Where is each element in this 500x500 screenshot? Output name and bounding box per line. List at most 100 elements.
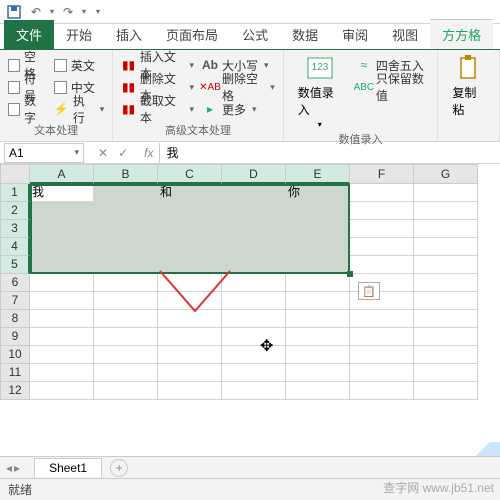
cell-c10[interactable] (158, 346, 222, 364)
cell-b12[interactable] (94, 382, 158, 400)
cell-e6[interactable] (286, 274, 350, 292)
cell-e5[interactable] (286, 256, 350, 274)
paste-options-button[interactable]: 📋 (358, 282, 380, 300)
cell-e4[interactable] (286, 238, 350, 256)
row-header-2[interactable]: 2 (0, 202, 30, 220)
cell-c6[interactable] (158, 274, 222, 292)
cell-c7[interactable] (158, 292, 222, 310)
row-header-9[interactable]: 9 (0, 328, 30, 346)
cell-a2[interactable] (30, 202, 94, 220)
tab-addin[interactable]: 方方格 (430, 19, 493, 49)
col-header-g[interactable]: G (414, 164, 478, 184)
save-icon[interactable] (6, 4, 22, 20)
cell-b1[interactable] (94, 184, 158, 202)
row-header-11[interactable]: 11 (0, 364, 30, 382)
cell-e9[interactable] (286, 328, 350, 346)
row-header-8[interactable]: 8 (0, 310, 30, 328)
tab-file[interactable]: 文件 (4, 20, 54, 49)
cell-e2[interactable] (286, 202, 350, 220)
cell-a1[interactable]: 我 (30, 184, 94, 202)
cell-c2[interactable] (158, 202, 222, 220)
fx-icon[interactable]: fx (138, 146, 159, 160)
sheet-nav-next-icon[interactable]: ▸ (14, 461, 20, 475)
cell-b4[interactable] (94, 238, 158, 256)
row-header-1[interactable]: 1 (0, 184, 30, 202)
cell-e11[interactable] (286, 364, 350, 382)
cell-f12[interactable] (350, 382, 414, 400)
cell-f10[interactable] (350, 346, 414, 364)
namebox-dropdown-icon[interactable]: ▾ (74, 147, 79, 158)
cell-a5[interactable] (30, 256, 94, 274)
cell-a10[interactable] (30, 346, 94, 364)
col-header-d[interactable]: D (222, 164, 286, 184)
redo-dropdown-icon[interactable]: ▾ (82, 7, 86, 16)
cell-a4[interactable] (30, 238, 94, 256)
cell-e3[interactable] (286, 220, 350, 238)
name-box[interactable]: A1▾ (4, 143, 84, 163)
cell-d7[interactable] (222, 292, 286, 310)
cell-e7[interactable] (286, 292, 350, 310)
tab-page-layout[interactable]: 页面布局 (154, 20, 230, 49)
cell-a6[interactable] (30, 274, 94, 292)
cell-b6[interactable] (94, 274, 158, 292)
select-all-corner[interactable] (0, 164, 30, 184)
cell-b10[interactable] (94, 346, 158, 364)
delete-space-button[interactable]: ✕AB删除空格▾ (202, 76, 275, 98)
col-header-c[interactable]: C (158, 164, 222, 184)
cell-g5[interactable] (414, 256, 478, 274)
keep-values-button[interactable]: ABC只保留数值 (356, 76, 430, 98)
check-number[interactable]: 数字 (8, 98, 46, 120)
accept-formula-icon[interactable]: ✓ (118, 146, 128, 160)
copy-paste-button[interactable]: 复制粘 (446, 54, 491, 118)
cell-d9[interactable] (222, 328, 286, 346)
cell-g12[interactable] (414, 382, 478, 400)
cell-g6[interactable] (414, 274, 478, 292)
cell-f5[interactable] (350, 256, 414, 274)
tab-review[interactable]: 审阅 (330, 20, 380, 49)
col-header-e[interactable]: E (286, 164, 350, 184)
cell-g2[interactable] (414, 202, 478, 220)
tab-home[interactable]: 开始 (54, 20, 104, 49)
execute-button[interactable]: ⚡执行▾ (54, 98, 104, 120)
cell-c12[interactable] (158, 382, 222, 400)
cell-e1[interactable]: 你 (286, 184, 350, 202)
cell-g7[interactable] (414, 292, 478, 310)
row-header-6[interactable]: 6 (0, 274, 30, 292)
cell-b7[interactable] (94, 292, 158, 310)
sheet-tab-1[interactable]: Sheet1 (34, 458, 102, 477)
undo-icon[interactable]: ↶ (28, 4, 44, 20)
cell-e12[interactable] (286, 382, 350, 400)
cell-c9[interactable] (158, 328, 222, 346)
col-header-b[interactable]: B (94, 164, 158, 184)
cell-c11[interactable] (158, 364, 222, 382)
row-header-3[interactable]: 3 (0, 220, 30, 238)
cell-d5[interactable] (222, 256, 286, 274)
cell-d2[interactable] (222, 202, 286, 220)
sheet-nav-prev-icon[interactable]: ◂ (6, 461, 12, 475)
check-english[interactable]: 英文 (54, 54, 104, 76)
cell-e8[interactable] (286, 310, 350, 328)
cell-c8[interactable] (158, 310, 222, 328)
cell-g3[interactable] (414, 220, 478, 238)
qat-customize-icon[interactable]: ▾ (96, 7, 100, 16)
cell-g4[interactable] (414, 238, 478, 256)
tab-insert[interactable]: 插入 (104, 20, 154, 49)
row-header-4[interactable]: 4 (0, 238, 30, 256)
cell-a8[interactable] (30, 310, 94, 328)
cell-a12[interactable] (30, 382, 94, 400)
cell-b2[interactable] (94, 202, 158, 220)
cell-c5[interactable] (158, 256, 222, 274)
row-header-12[interactable]: 12 (0, 382, 30, 400)
formula-bar[interactable]: 我 (159, 143, 500, 163)
tab-data[interactable]: 数据 (280, 20, 330, 49)
cell-f11[interactable] (350, 364, 414, 382)
cell-g9[interactable] (414, 328, 478, 346)
undo-dropdown-icon[interactable]: ▾ (50, 7, 54, 16)
cell-b8[interactable] (94, 310, 158, 328)
cell-b11[interactable] (94, 364, 158, 382)
cancel-formula-icon[interactable]: ✕ (98, 146, 108, 160)
cell-g11[interactable] (414, 364, 478, 382)
cell-c3[interactable] (158, 220, 222, 238)
cell-a11[interactable] (30, 364, 94, 382)
fill-handle[interactable] (347, 271, 353, 277)
